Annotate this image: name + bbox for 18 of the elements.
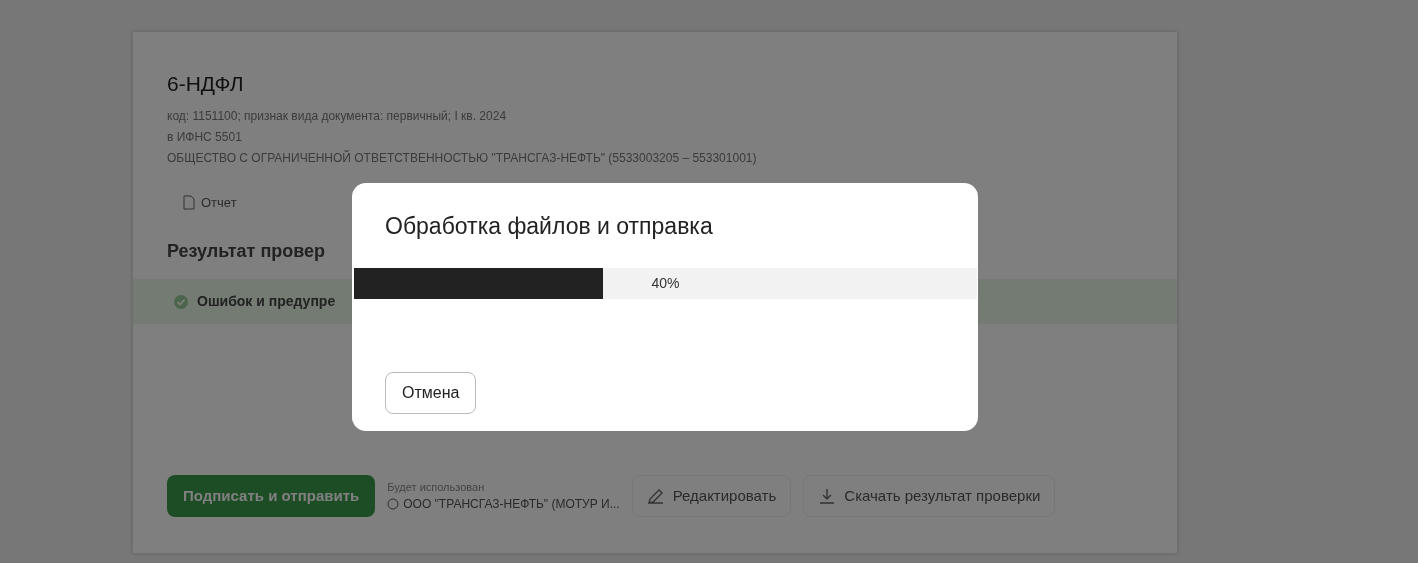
report-link[interactable]: Отчет xyxy=(183,192,1143,212)
document-title: 6-НДФЛ xyxy=(167,71,245,97)
cancel-button[interactable]: Отмена xyxy=(385,371,477,414)
certificate-icon xyxy=(387,498,400,510)
document-icon xyxy=(183,194,195,210)
signature-caption: Будет использован xyxy=(387,479,486,495)
download-button[interactable]: Скачать результат проверки xyxy=(803,474,1056,517)
document-detail: в ИФНС 5501 xyxy=(167,128,243,146)
dialog-title: Обработка файлов и отправка xyxy=(385,212,714,241)
section-title: Результат провер xyxy=(167,240,327,263)
result-text: Ошибок и предупре xyxy=(197,292,336,311)
download-icon xyxy=(818,486,837,505)
check-icon xyxy=(173,293,189,310)
sign-send-button[interactable]: Подписать и отправить xyxy=(167,474,376,517)
signature-owner: ООО "ТРАНСГАЗ-НЕФТЬ" (МОТУР И... xyxy=(403,496,620,513)
document-detail: ОБЩЕСТВО С ОГРАНИЧЕННОЙ ОТВЕТСТВЕННОСТЬЮ "ТРАНСГАЗ-НЕФТЬ" (5533003205 – 553301001) xyxy=(167,149,758,167)
edit-button[interactable]: Редактировать xyxy=(631,474,792,517)
progress-reading: 40% xyxy=(651,273,680,293)
